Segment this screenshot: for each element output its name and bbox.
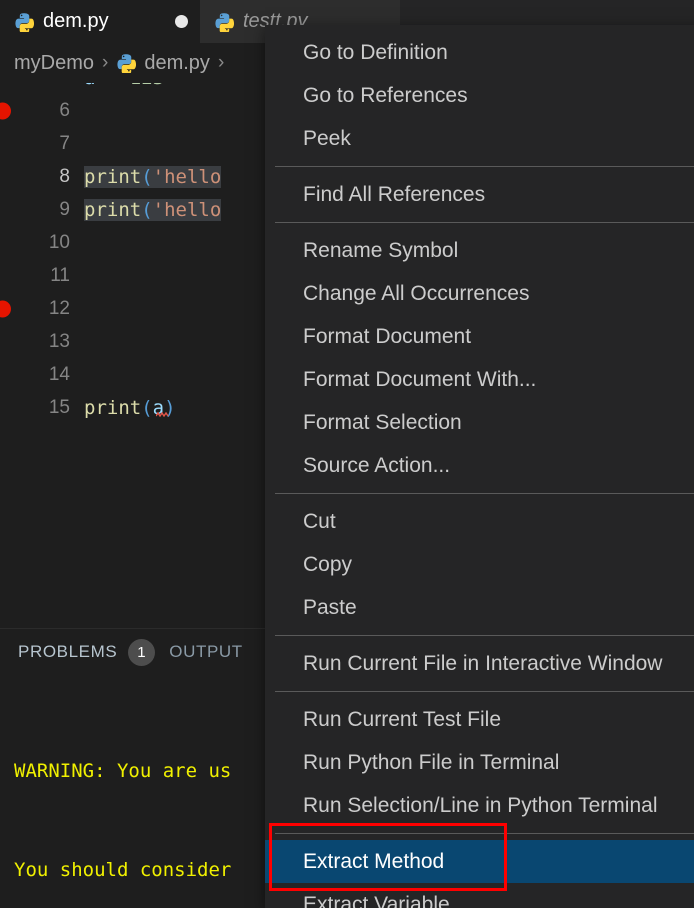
menu-separator — [275, 166, 694, 167]
panel-tab-problems[interactable]: PROBLEMS 1 — [18, 638, 156, 666]
line-number: 12 — [48, 297, 70, 319]
editor-tab-dem-py[interactable]: dem.py — [0, 0, 200, 43]
code-token-variable: a — [84, 83, 95, 89]
breadcrumb-item-folder[interactable]: myDemo — [14, 52, 94, 75]
line-number: 13 — [48, 330, 70, 352]
python-icon — [117, 54, 137, 73]
line-number: 8 — [59, 165, 70, 187]
code-token-paren: ( — [141, 396, 153, 419]
code-content-selected: print('hello — [84, 165, 222, 188]
menu-separator — [275, 691, 694, 692]
code-content-selected: print('hello — [84, 198, 222, 221]
code-token-function: print — [84, 165, 142, 188]
code-token-paren: ( — [141, 165, 153, 188]
menu-item-peek[interactable]: Peek — [265, 117, 694, 160]
breadcrumb-item-file[interactable]: dem.py — [144, 52, 210, 75]
menu-item-run-python-file-in-terminal[interactable]: Run Python File in Terminal — [265, 741, 694, 784]
menu-item-go-to-definition[interactable]: Go to Definition — [265, 31, 694, 74]
line-number: 7 — [59, 132, 70, 154]
tab-label: dem.py — [43, 10, 109, 32]
menu-item-cut[interactable]: Cut — [265, 500, 694, 543]
code-token-function: print — [84, 198, 142, 221]
menu-item-go-to-references[interactable]: Go to References — [265, 74, 694, 117]
problems-count-badge: 1 — [128, 638, 156, 666]
line-number: 5 — [0, 83, 84, 89]
menu-separator — [275, 833, 694, 834]
menu-item-format-document-with[interactable]: Format Document With... — [265, 358, 694, 401]
line-number: 14 — [48, 363, 70, 385]
code-token-function: print — [84, 396, 142, 419]
python-icon — [215, 12, 234, 32]
code-content: print(a) — [84, 397, 176, 419]
menu-separator — [275, 635, 694, 636]
panel-tab-label: PROBLEMS — [18, 642, 118, 661]
menu-item-paste[interactable]: Paste — [265, 586, 694, 629]
code-content: a = 123 — [84, 83, 164, 89]
menu-item-format-document[interactable]: Format Document — [265, 315, 694, 358]
menu-item-change-all-occurrences[interactable]: Change All Occurrences — [265, 272, 694, 315]
line-number: 9 — [59, 198, 70, 220]
menu-item-run-current-test-file[interactable]: Run Current Test File — [265, 698, 694, 741]
python-icon — [15, 12, 34, 32]
chevron-right-icon: › — [217, 52, 225, 73]
menu-separator — [275, 222, 694, 223]
code-token-string: 'hello — [152, 165, 222, 188]
menu-item-run-current-file-in-interactive-window[interactable]: Run Current File in Interactive Window — [265, 642, 694, 685]
line-number: 10 — [48, 231, 70, 253]
menu-item-run-selection-line-in-python-terminal[interactable]: Run Selection/Line in Python Terminal — [265, 784, 694, 827]
menu-item-rename-symbol[interactable]: Rename Symbol — [265, 229, 694, 272]
code-token-number: 123 — [130, 83, 164, 89]
code-token-paren: ( — [141, 198, 153, 221]
menu-item-extract-variable[interactable]: Extract Variable — [265, 883, 694, 908]
panel-tab-label: OUTPUT — [169, 642, 243, 661]
chevron-right-icon: › — [102, 52, 109, 73]
tab-dirty-indicator[interactable] — [175, 15, 188, 28]
menu-item-find-all-references[interactable]: Find All References — [265, 173, 694, 216]
code-token-operator: = — [95, 83, 129, 89]
line-number: 11 — [50, 264, 70, 286]
line-number: 6 — [59, 99, 70, 121]
line-number: 15 — [48, 396, 70, 418]
vscode-window: dem.py testt.py myDemo › dem.py › 5 a = … — [0, 0, 694, 908]
panel-tab-output[interactable]: OUTPUT — [169, 642, 242, 662]
menu-item-format-selection[interactable]: Format Selection — [265, 401, 694, 444]
menu-item-copy[interactable]: Copy — [265, 543, 694, 586]
error-squiggle-icon — [156, 411, 172, 417]
menu-item-source-action[interactable]: Source Action... — [265, 444, 694, 487]
editor-context-menu: Go to Definition Go to References Peek F… — [265, 25, 694, 908]
menu-separator — [275, 493, 694, 494]
code-token-string: 'hello — [152, 198, 222, 221]
menu-item-extract-method[interactable]: Extract Method — [265, 840, 694, 883]
